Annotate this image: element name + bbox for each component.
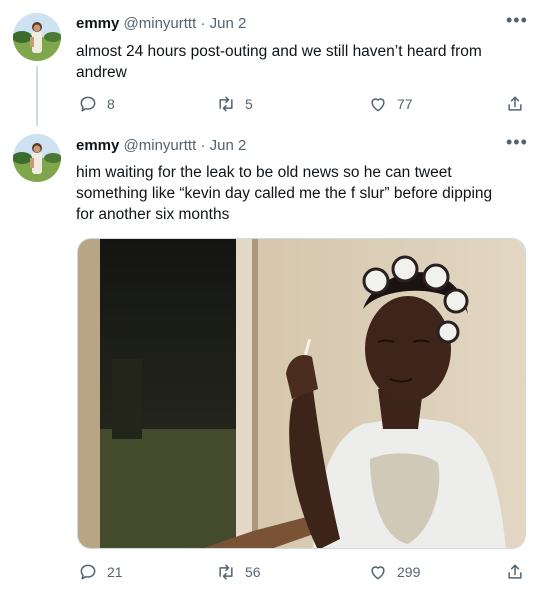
avatar[interactable] (13, 13, 61, 61)
reply-count: 21 (107, 564, 123, 580)
author-handle[interactable]: @minyurttt (124, 15, 197, 32)
retweet-count: 56 (245, 564, 261, 580)
tweet-media-photo[interactable] (77, 238, 526, 549)
author-name[interactable]: emmy (76, 15, 119, 32)
more-icon[interactable]: ••• (506, 133, 527, 156)
share-icon (508, 564, 522, 579)
tweet-text: him waiting for the leak to be old news … (76, 164, 493, 223)
retweet-icon (219, 96, 233, 112)
retweet-button[interactable]: 56 (216, 562, 261, 582)
reply-icon (80, 96, 96, 112)
reply-count: 8 (107, 96, 115, 112)
share-icon (508, 96, 522, 111)
avatar[interactable] (13, 134, 61, 182)
retweet-count: 5 (245, 96, 253, 112)
action-bar: 8 5 77 (0, 94, 540, 118)
tweet-header: emmy @minyurttt · Jun 2 (76, 136, 246, 156)
tweet-1[interactable]: emmy @minyurttt · Jun 2 ••• almost 24 ho… (0, 0, 540, 126)
retweet-button[interactable]: 5 (216, 94, 253, 114)
author-name[interactable]: emmy (76, 137, 119, 154)
tweet-date[interactable]: Jun 2 (210, 137, 247, 154)
like-button[interactable]: 299 (368, 562, 420, 582)
tweet-header: emmy @minyurttt · Jun 2 (76, 14, 246, 34)
separator-dot: · (200, 15, 206, 32)
more-icon[interactable]: ••• (506, 11, 527, 34)
separator-dot: · (200, 137, 206, 154)
action-bar: 21 56 299 (0, 562, 540, 586)
share-button[interactable] (505, 562, 525, 582)
reply-button[interactable]: 21 (78, 562, 123, 582)
reply-button[interactable]: 8 (78, 94, 115, 114)
share-button[interactable] (505, 94, 525, 114)
tweet-date[interactable]: Jun 2 (210, 15, 247, 32)
like-count: 299 (397, 564, 421, 580)
like-button[interactable]: 77 (368, 94, 413, 114)
like-icon (371, 566, 385, 580)
tweet-text: almost 24 hours post-outing and we still… (76, 43, 482, 81)
retweet-icon (219, 564, 233, 580)
reply-icon (80, 564, 96, 580)
like-count: 77 (397, 96, 413, 112)
like-icon (371, 98, 385, 112)
author-handle[interactable]: @minyurttt (124, 137, 197, 154)
